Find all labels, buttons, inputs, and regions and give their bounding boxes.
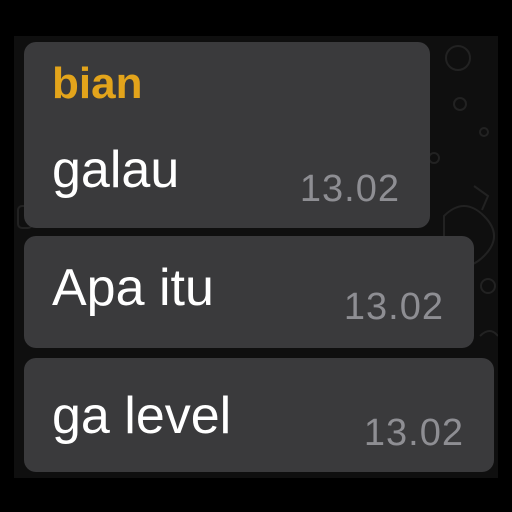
message-timestamp: 13.02 bbox=[343, 286, 444, 328]
message-text: ga level bbox=[52, 387, 232, 445]
message-text: Apa itu bbox=[52, 259, 214, 317]
message-bubble[interactable]: ga level 13.02 bbox=[24, 358, 494, 472]
message-text: galau bbox=[52, 141, 180, 199]
message-timestamp: 13.02 bbox=[299, 168, 400, 210]
chat-view[interactable]: bian galau 13.02 Apa itu 13.02 ga level … bbox=[14, 36, 498, 478]
message-timestamp: 13.02 bbox=[363, 412, 464, 454]
message-bubble[interactable]: bian galau 13.02 bbox=[24, 42, 430, 228]
message-bubble[interactable]: Apa itu 13.02 bbox=[24, 236, 474, 348]
sender-name[interactable]: bian bbox=[52, 62, 142, 106]
